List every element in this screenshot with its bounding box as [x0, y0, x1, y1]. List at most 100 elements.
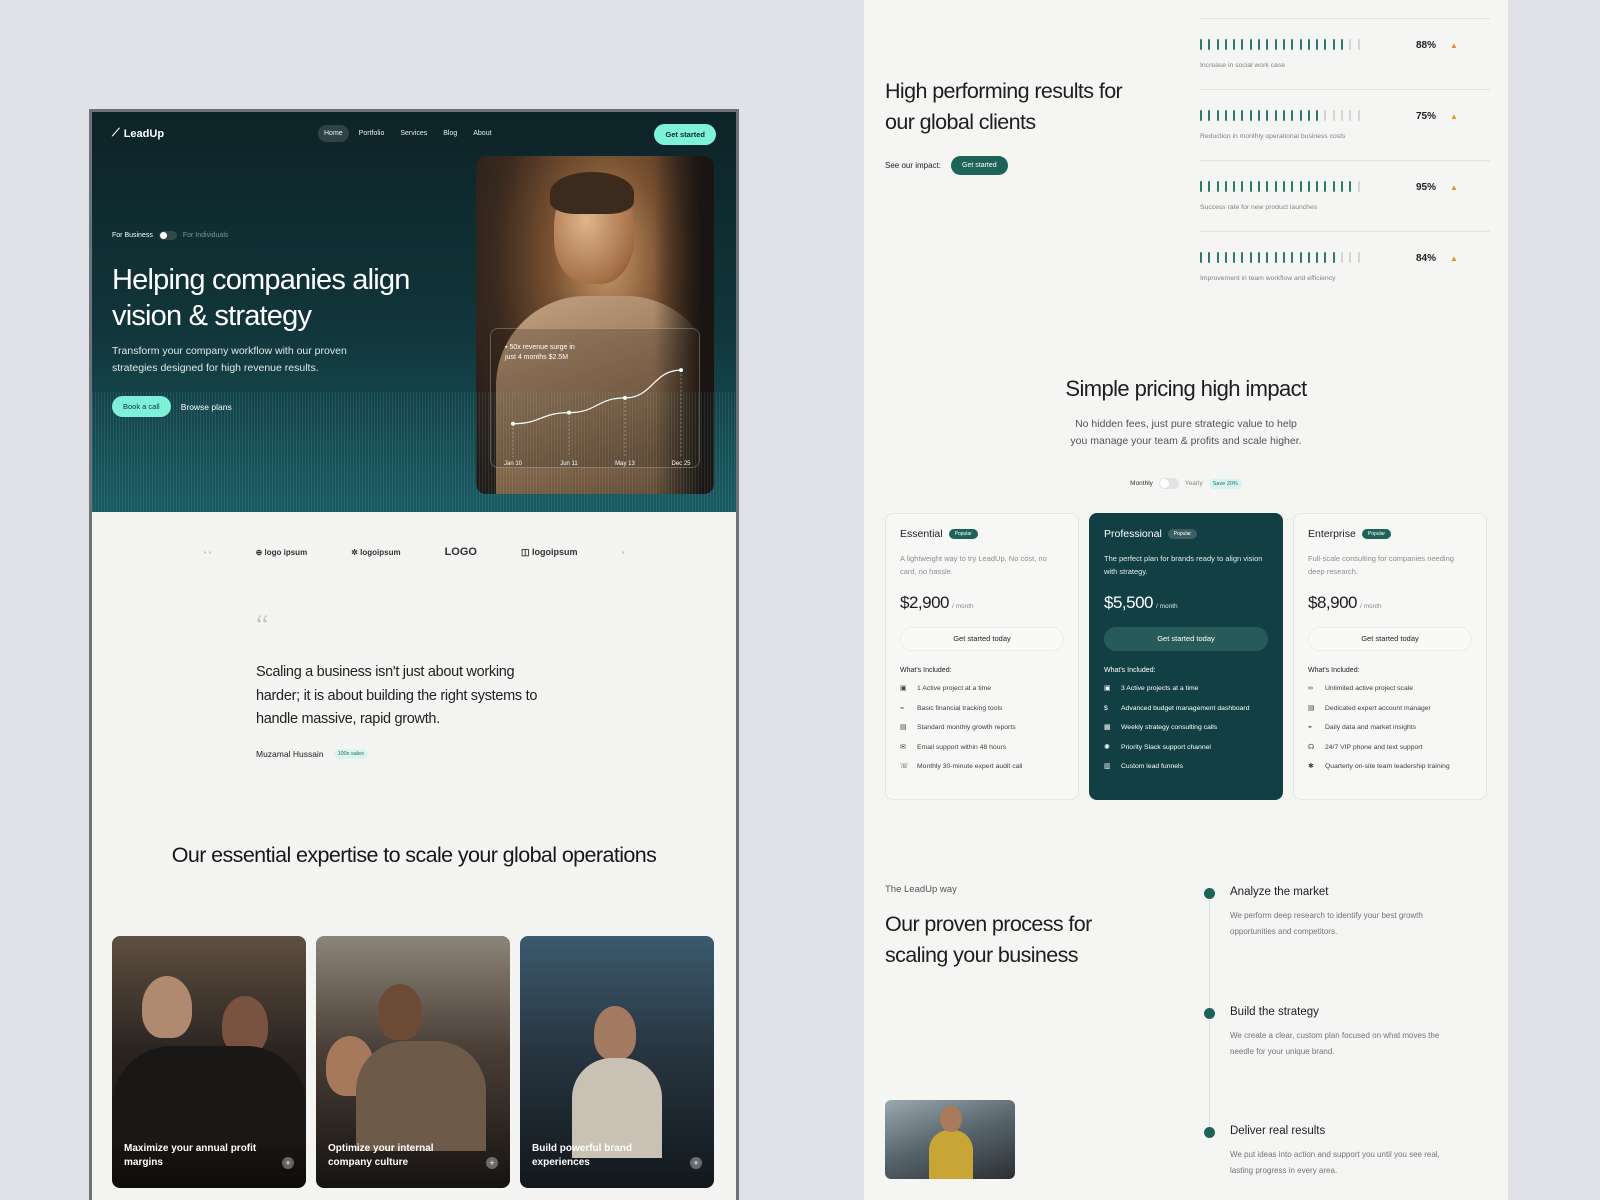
plan-features: ▣ 1 Active project at a time ⌁ Basic financ… [900, 684, 1064, 771]
audience-switch[interactable] [158, 231, 177, 240]
billing-switch[interactable] [1158, 478, 1179, 489]
client-logo-4: ◫ logoipsum [520, 546, 578, 557]
progress-tick [1249, 252, 1252, 263]
progress-ticks [1200, 252, 1360, 263]
progress-tick [1249, 110, 1252, 121]
nav-services[interactable]: Services [394, 125, 433, 142]
feature-icon: ☊ [1308, 743, 1315, 751]
plan-cta-button[interactable]: Get started today [1104, 627, 1268, 651]
plan-price: $8,900/ month [1308, 593, 1472, 613]
get-started-button[interactable]: Get started [654, 124, 716, 145]
progress-tick [1233, 252, 1236, 263]
pricing-card-essential: Essential Popular A lightweight way to try… [885, 513, 1079, 800]
chart-point [623, 395, 627, 400]
plan-cta-button[interactable]: Get started today [1308, 627, 1472, 651]
progress-ticks [1200, 110, 1360, 121]
progress-tick [1208, 110, 1211, 121]
feature-item: ✉ Email support within 48 hours [900, 743, 1064, 752]
pricing-title: Simple pricing high impact [1065, 376, 1307, 401]
plan-desc: A lightweight way to try LeadUp. No cost… [900, 554, 1047, 576]
progress-tick [1200, 181, 1202, 192]
pricing-subtitle: No hidden fees, just pure strategic valu… [864, 416, 1508, 450]
pricing-card-enterprise: Enterprise Popular Full-scale consulting f… [1293, 513, 1487, 800]
plan-cta-button[interactable]: Get started today [900, 627, 1064, 651]
progress-tick [1241, 252, 1244, 263]
progress-tick [1224, 110, 1227, 121]
progress-tick [1208, 39, 1211, 50]
feature-icon: ▦ [1104, 724, 1111, 731]
brand-logo[interactable]: ⟋ LeadUp [112, 127, 164, 140]
chart-point [567, 410, 571, 415]
progress-tick [1282, 252, 1285, 263]
progress-tick [1282, 110, 1285, 121]
chart-tick-label: Jan 10 [504, 461, 523, 467]
pricing-plans: Essential Popular A lightweight way to try… [885, 513, 1487, 800]
progress-tick [1332, 252, 1335, 263]
feature-text: Custom lead funnels [1121, 763, 1183, 770]
plus-icon[interactable]: + [282, 1157, 294, 1169]
stat-percent: 88% [1416, 40, 1437, 51]
plan-features: ∞ Unlimited active project scale ▤ Dedicate… [1308, 684, 1472, 771]
progress-tick [1258, 110, 1261, 121]
nav-about[interactable]: About [467, 125, 497, 142]
progress-tick [1216, 252, 1219, 263]
expertise-card-culture[interactable]: Optimize your internal company culture + [316, 936, 510, 1188]
progress-tick [1341, 110, 1344, 121]
plan-badge: Popular [1361, 529, 1392, 539]
progress-tick [1224, 181, 1227, 192]
browse-plans-link[interactable]: Browse plans [181, 402, 232, 412]
progress-tick [1274, 110, 1277, 121]
quote-mark-icon: “ [256, 610, 269, 641]
progress-tick [1316, 39, 1319, 50]
plan-price-value: $5,500 [1104, 593, 1154, 612]
arrow-up-icon: ▲ [1450, 41, 1458, 50]
step-dot [1204, 888, 1215, 899]
stat-percent: 75% [1416, 111, 1437, 122]
save-badge: Save 20% [1208, 478, 1242, 489]
card-person-man [142, 976, 192, 1038]
hero-title: Helping companies align vision & strateg… [112, 264, 410, 332]
results-title: High performing results for our global c… [885, 79, 1123, 134]
plus-icon[interactable]: + [690, 1157, 702, 1169]
hero-subtitle: Transform your company workflow with our… [112, 345, 347, 374]
landing-page-bottom: High performing results for our global c… [864, 0, 1508, 1200]
progress-tick [1324, 181, 1327, 192]
nav-blog[interactable]: Blog [437, 125, 463, 142]
feature-item: ☏ Monthly 30-minute expert audit call [900, 762, 1064, 771]
author-badge: 100x sales [333, 749, 368, 759]
nav-portfolio[interactable]: Portfolio [353, 125, 391, 142]
arrow-up-icon: ▲ [1450, 112, 1458, 121]
feature-text: Basic financial tracking tools [917, 704, 1003, 712]
progress-tick [1282, 39, 1285, 50]
stat-row: 75% ▲ Reduction in monthly operational bus… [1200, 89, 1490, 160]
process-eyebrow: The LeadUp way [885, 884, 957, 895]
progress-tick [1341, 181, 1344, 192]
plus-icon[interactable]: + [486, 1157, 498, 1169]
expertise-card-brand[interactable]: Build powerful brand experiences + [520, 936, 714, 1188]
feature-text: Weekly strategy consulting calls [1121, 724, 1218, 731]
progress-tick [1332, 110, 1335, 121]
feature-item: ✱ Quarterly on-site team leadership train… [1308, 762, 1472, 771]
billing-toggle: Monthly Yearly Save 20% [864, 478, 1508, 489]
progress-tick [1274, 252, 1277, 263]
feature-icon: ▤ [1308, 704, 1315, 712]
chart-tick-label: May 13 [615, 461, 635, 467]
progress-tick [1266, 39, 1269, 50]
impact-get-started-button[interactable]: Get started [951, 156, 1008, 175]
progress-tick [1291, 252, 1294, 263]
chart-point [679, 368, 683, 373]
progress-tick [1224, 252, 1227, 263]
step-title: Build the strategy [1230, 1006, 1319, 1018]
feature-item: $ Advanced budget management dashboard [1104, 704, 1268, 713]
feature-icon: ✱ [1308, 763, 1314, 770]
book-call-button[interactable]: Book a call [112, 396, 171, 417]
progress-tick [1274, 39, 1277, 50]
progress-tick [1291, 110, 1294, 121]
client-logo-1-text: logo ipsum [264, 547, 308, 557]
brand-name: LeadUp [123, 127, 165, 140]
nav-home[interactable]: Home [318, 125, 349, 142]
thumb-person-head [940, 1106, 962, 1132]
expertise-card-profit[interactable]: Maximize your annual profit margins + [112, 936, 306, 1188]
audience-toggle: For Business For Individuals [112, 231, 228, 240]
plan-features: ▣ 3 Active projects at a time $ Advanced bu… [1104, 684, 1268, 771]
